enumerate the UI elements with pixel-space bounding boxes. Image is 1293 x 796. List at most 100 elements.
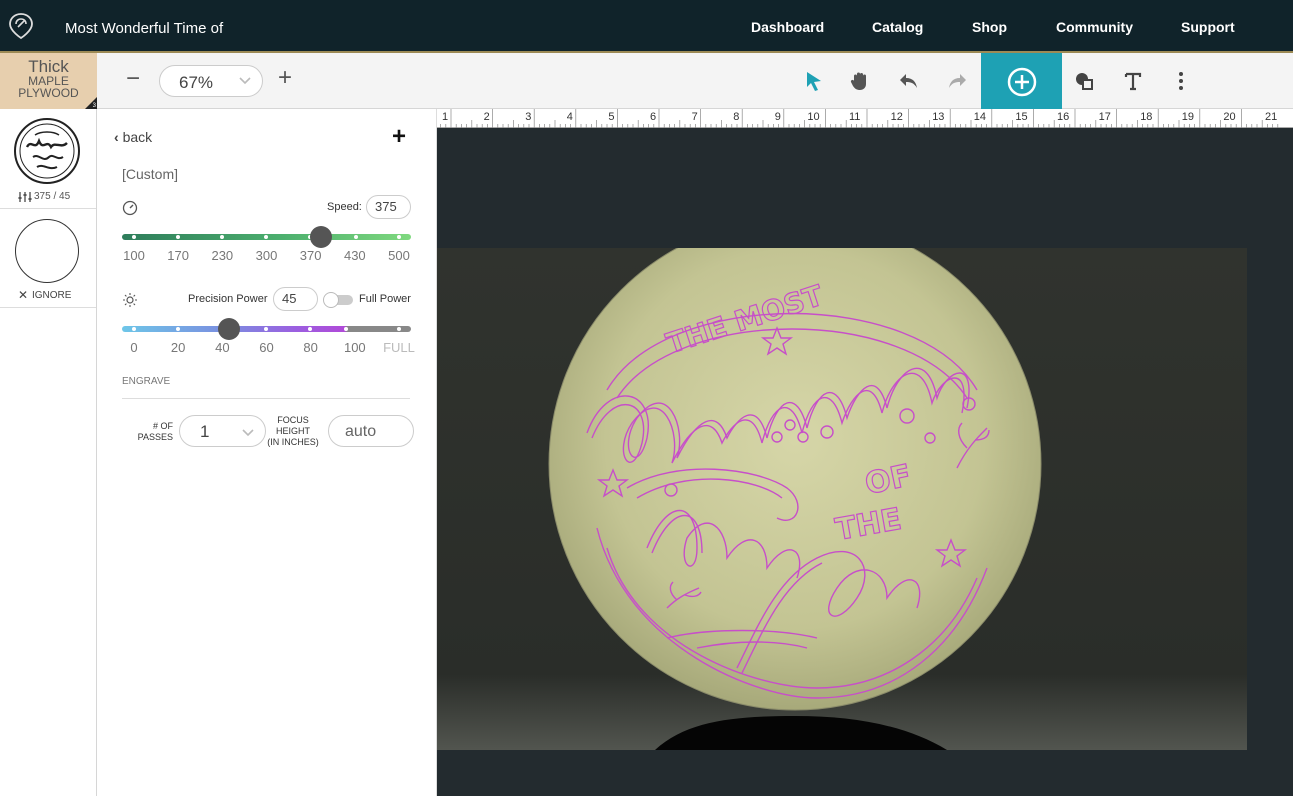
glowforge-logo-icon[interactable] <box>8 12 34 40</box>
bed-camera-view: THE MOST OF THE <box>437 248 1247 750</box>
text-icon[interactable] <box>1121 69 1145 93</box>
undo-icon[interactable] <box>897 69 921 93</box>
back-label: back <box>122 129 153 145</box>
ruler-number: 16 <box>1057 111 1070 123</box>
ruler-number: 19 <box>1181 111 1195 123</box>
ruler-number: 21 <box>1265 111 1278 123</box>
toolbar: Thick MAPLE PLYWOOD 3 − 67% + <box>0 53 1293 109</box>
artwork-thumbnail-list: 375 / 45 ✕ IGNORE <box>0 109 97 796</box>
full-power-label: Full Power <box>359 293 411 305</box>
ruler-number: 14 <box>973 111 987 123</box>
power-slider-track[interactable] <box>122 326 411 332</box>
close-icon: ✕ <box>18 288 29 302</box>
power-tick-label: FULL <box>383 340 415 355</box>
more-vertical-icon[interactable] <box>1169 69 1193 93</box>
artwork-thumbnail-icon <box>14 118 80 184</box>
passes-value: 1 <box>200 422 210 441</box>
nav-support[interactable]: Support <box>1181 19 1235 35</box>
power-input[interactable]: 45 <box>273 287 318 311</box>
ruler-number: 2 <box>483 111 490 123</box>
redo-icon[interactable] <box>945 69 969 93</box>
passes-select[interactable]: 1 <box>179 415 266 447</box>
shapes-icon[interactable] <box>1073 69 1097 93</box>
engrave-settings-summary: 375 / 45 <box>34 191 71 202</box>
ruler-number: 1 <box>442 111 449 123</box>
settings-panel: ‹ back + [Custom] Speed: 375 100 170 230 30… <box>97 109 437 796</box>
focus-height-label: FOCUS HEIGHT (IN INCHES) <box>267 415 319 447</box>
circle-outline-thumbnail <box>15 219 79 283</box>
material-selector[interactable]: Thick MAPLE PLYWOOD 3 <box>0 53 97 109</box>
top-nav-bar: Most Wonderful Time of Dashboard Catalog… <box>0 0 1293 53</box>
speed-tick-label: 500 <box>388 248 410 263</box>
ruler-number: 5 <box>608 111 615 123</box>
nav-shop[interactable]: Shop <box>972 19 1007 35</box>
full-power-toggle[interactable] <box>323 292 353 308</box>
chevron-down-icon <box>242 429 254 437</box>
app-root: Most Wonderful Time of Dashboard Catalog… <box>0 0 1293 796</box>
ruler-number: 11 <box>849 111 861 123</box>
ignore-label: IGNORE <box>32 290 72 301</box>
speed-slider-track[interactable] <box>122 234 411 240</box>
ruler-number: 3 <box>525 111 532 123</box>
horizontal-ruler: 1 2 3 4 5 6 7 8 9 10 11 12 13 14 15 16 17 18 19 20 21 <box>437 109 1293 128</box>
section-heading: ENGRAVE <box>122 376 171 387</box>
select-arrow-icon[interactable] <box>802 69 826 93</box>
nav-community[interactable]: Community <box>1056 19 1133 35</box>
nav-catalog[interactable]: Catalog <box>872 19 923 35</box>
ruler-number: 18 <box>1140 111 1153 123</box>
document-title[interactable]: Most Wonderful Time of <box>65 20 240 37</box>
power-slider-handle[interactable] <box>217 318 240 340</box>
section-divider <box>122 398 410 399</box>
material-type-2: PLYWOOD <box>18 86 79 100</box>
power-tick-label: 100 <box>343 340 366 355</box>
chevron-left-icon: ‹ <box>114 129 119 145</box>
power-tick-label: 80 <box>303 340 318 355</box>
ruler-number: 6 <box>650 111 657 123</box>
speed-label: Speed: <box>327 201 362 213</box>
add-preset-button[interactable]: + <box>392 125 406 149</box>
preset-name[interactable]: [Custom] <box>122 166 178 182</box>
passes-label: # OF PASSES <box>137 421 173 442</box>
back-button[interactable]: ‹ back <box>114 129 152 145</box>
power-tick-label: 20 <box>170 340 186 355</box>
chevron-down-icon <box>239 77 251 85</box>
ruler-number: 17 <box>1098 111 1111 123</box>
ruler-number: 10 <box>807 111 820 123</box>
speed-slider-handle[interactable] <box>310 226 333 248</box>
precision-power-label: Precision Power <box>188 293 268 305</box>
add-circle-icon <box>1007 67 1037 97</box>
ruler-number: 9 <box>774 111 781 123</box>
zoom-select[interactable]: 67% <box>159 65 263 97</box>
power-tick-label: 0 <box>130 340 138 355</box>
ruler-number: 4 <box>566 111 573 123</box>
speed-tick-label: 430 <box>343 248 366 263</box>
focus-height-input[interactable]: auto <box>328 415 414 447</box>
zoom-out-button[interactable]: − <box>126 67 140 91</box>
sliders-icon <box>18 192 32 202</box>
ruler-number: 12 <box>890 111 903 123</box>
speed-tick-label: 370 <box>299 248 322 263</box>
thumbnail-engrave-item[interactable]: 375 / 45 <box>0 109 96 209</box>
ruler-number: 8 <box>733 111 740 123</box>
speed-tick-label: 230 <box>211 248 234 263</box>
pan-hand-icon[interactable] <box>848 69 872 93</box>
thumbnail-ignore-item[interactable]: ✕ IGNORE <box>0 209 96 308</box>
ruler-number: 7 <box>691 111 698 123</box>
ruler-number: 20 <box>1223 111 1236 123</box>
nav-dashboard[interactable]: Dashboard <box>751 19 824 35</box>
artwork-preview: THE MOST OF THE <box>437 248 1247 750</box>
speed-tick-label: 300 <box>255 248 278 263</box>
speed-input[interactable]: 375 <box>366 195 411 219</box>
design-canvas[interactable]: THE MOST OF THE <box>437 128 1293 796</box>
speed-tick-label: 100 <box>123 248 145 263</box>
speedometer-icon <box>122 200 138 216</box>
ruler-number: 13 <box>932 111 945 123</box>
focus-height-value: auto <box>345 423 377 440</box>
sun-brightness-icon <box>123 293 137 307</box>
power-tick-label: 40 <box>215 340 230 355</box>
speed-tick-label: 170 <box>167 248 189 263</box>
ruler-ticks <box>440 109 1279 128</box>
zoom-in-button[interactable]: + <box>278 65 292 91</box>
add-artwork-button[interactable] <box>981 53 1062 109</box>
material-thickness: Thick <box>28 57 69 76</box>
